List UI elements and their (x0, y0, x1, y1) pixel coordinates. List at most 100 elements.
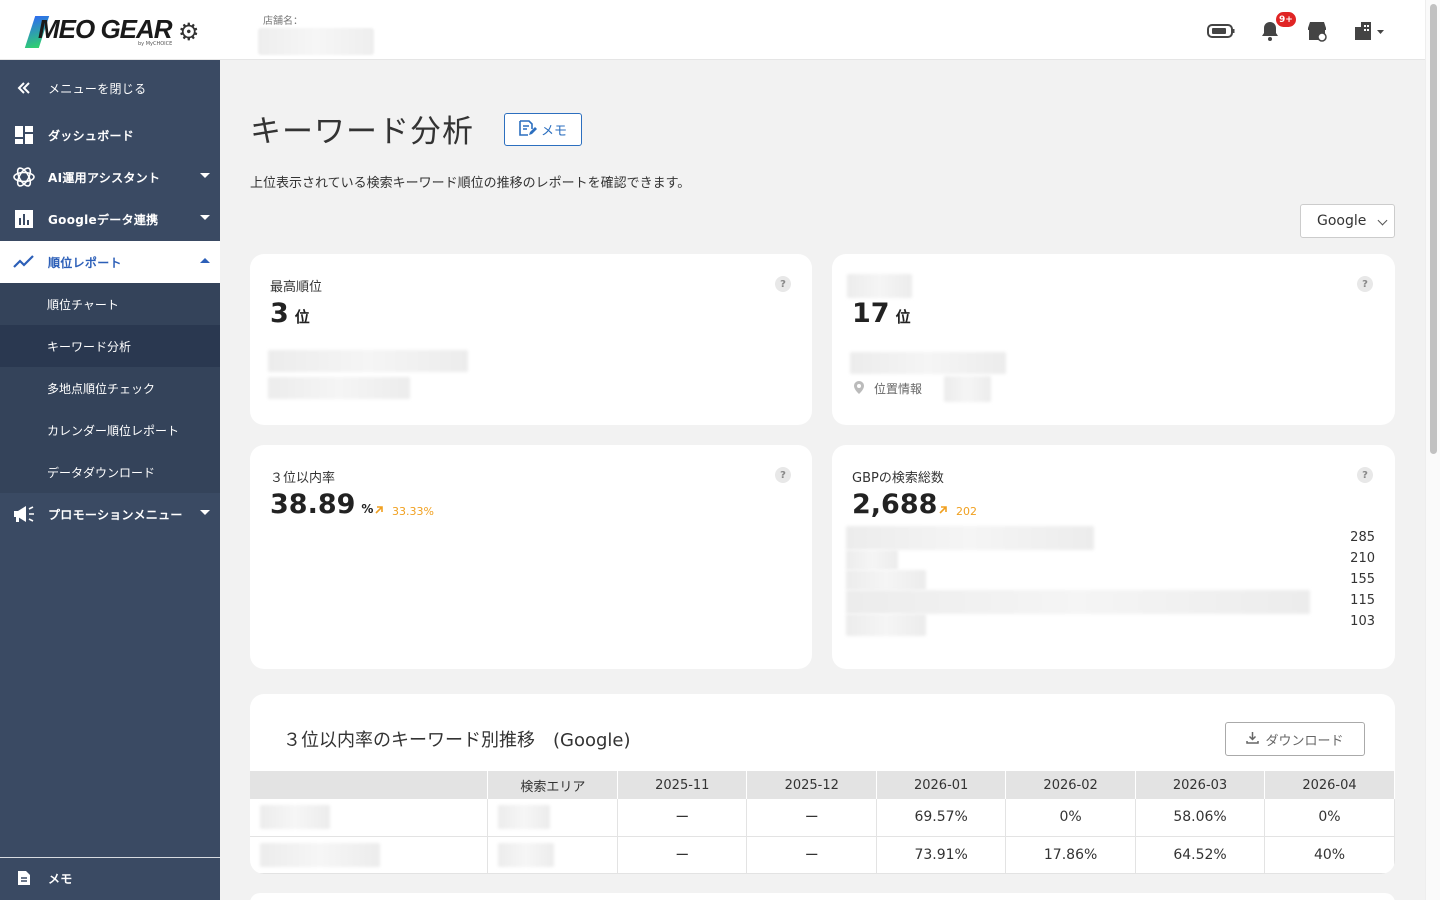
caret-up-icon (200, 258, 210, 263)
card-label: ３位以内率 (270, 471, 336, 486)
sidebar-item-label: プロモーションメニュー (48, 507, 183, 522)
store-name-value (258, 28, 374, 55)
section-title: ３位以内率のキーワード別推移 (Google) (283, 730, 631, 751)
sidebar-item-promotion[interactable]: プロモーションメニュー (0, 493, 220, 535)
rate-cell: ー (746, 836, 878, 874)
search-count: 155 (1350, 572, 1375, 587)
sidebar-item-label: メモ (48, 871, 73, 886)
keyword-cell (250, 836, 489, 874)
keyword-trend-table: 検索エリア 2025-11 2025-12 2026-01 2026-02 20… (250, 771, 1395, 874)
redacted-keyword (846, 614, 926, 636)
search-count: 285 (1350, 530, 1375, 545)
openai-icon (0, 165, 48, 189)
redacted-keyword (268, 350, 468, 372)
help-icon[interactable]: ? (775, 276, 791, 292)
sidebar-sub-keyword-analysis[interactable]: キーワード分析 (0, 325, 220, 367)
keyword-cell (250, 799, 489, 837)
meo-gear-logo[interactable]: MEO GEAR by MyCHOICE ⚙ (24, 12, 206, 52)
sidebar-item-rank-report[interactable]: 順位レポート (0, 241, 220, 283)
column-header: 2025-11 (617, 771, 748, 799)
download-icon (1246, 731, 1260, 748)
search-count: 103 (1350, 614, 1375, 629)
redacted-keyword (850, 352, 1006, 374)
sidebar-sub-multi-point-check[interactable]: 多地点順位チェック (0, 367, 220, 409)
caret-down-icon (200, 173, 210, 178)
column-header: 2026-02 (1005, 771, 1137, 799)
help-icon[interactable]: ? (1357, 467, 1373, 483)
scroll-thumb[interactable] (1430, 4, 1437, 454)
caret-down-icon (200, 510, 210, 515)
redacted-keyword (846, 550, 898, 570)
redacted-keyword (846, 570, 926, 590)
rate-cell: 0% (1264, 799, 1395, 837)
location-info: 位置情報 (854, 380, 922, 397)
memo-button-label: メモ (540, 124, 567, 139)
area-cell (487, 799, 619, 837)
battery-icon[interactable] (1206, 18, 1236, 44)
table-header-row: 検索エリア 2025-11 2025-12 2026-01 2026-02 20… (250, 771, 1395, 799)
redacted-keyword (846, 590, 1310, 614)
memo-button[interactable]: メモ (504, 113, 582, 146)
rate-cell: 17.86% (1005, 836, 1137, 874)
column-header: 2026-04 (1264, 771, 1395, 799)
notification-badge: 9+ (1276, 12, 1296, 27)
trend-icon (0, 255, 48, 269)
sidebar-item-label: AI運用アシスタント (48, 170, 161, 185)
redacted-label (847, 274, 912, 298)
help-icon[interactable]: ? (775, 467, 791, 483)
rate-cell: 69.57% (876, 799, 1007, 837)
sidebar-sub-calendar-report[interactable]: カレンダー順位レポート (0, 409, 220, 451)
dashboard-icon (0, 125, 48, 145)
page-description: 上位表示されている検索キーワード順位の推移のレポートを確認できます。 (250, 176, 691, 191)
rate-cell: 64.52% (1135, 836, 1265, 874)
building-switch-icon[interactable] (1352, 18, 1388, 44)
rate-cell: 40% (1264, 836, 1395, 874)
megaphone-icon (0, 505, 48, 523)
gear-icon: ⚙ (178, 18, 200, 46)
gbp-total-card: GBPの検索総数 ? 2,688 202 285 210 155 115 103 (832, 445, 1395, 669)
rate-cell: 73.91% (876, 836, 1007, 874)
best-rank-value: 3位 (270, 298, 310, 329)
sidebar-sub-data-download[interactable]: データダウンロード (0, 451, 220, 493)
column-header: 2026-01 (876, 771, 1007, 799)
top-header: MEO GEAR by MyCHOICE ⚙ 店舗名： 9+ (0, 0, 1425, 60)
next-section-card (250, 893, 1395, 900)
sidebar-sub-label: データダウンロード (47, 465, 156, 480)
column-header: 2026-03 (1135, 771, 1265, 799)
search-count: 115 (1350, 593, 1375, 608)
download-button[interactable]: ダウンロード (1225, 722, 1365, 756)
chevron-down-icon (1377, 215, 1388, 226)
card-label: 最高順位 (270, 280, 323, 295)
note-icon (0, 870, 48, 886)
page-scrollbar[interactable] (1425, 0, 1440, 900)
column-header: 2025-12 (746, 771, 878, 799)
area-cell (487, 836, 619, 874)
rank-card: ? 17 位 位置情報 (832, 254, 1395, 425)
rate-cell: ー (617, 836, 748, 874)
select-value: Google (1317, 213, 1367, 229)
top3-rate-value: 38.89% (270, 489, 374, 520)
help-icon[interactable]: ? (1357, 276, 1373, 292)
sidebar-item-label: Googleデータ連携 (48, 212, 159, 227)
redacted-location (944, 376, 991, 402)
redacted-keyword (846, 526, 1094, 550)
search-engine-select[interactable]: Google (1300, 204, 1395, 238)
caret-down-icon (200, 215, 210, 220)
top3-rate-delta: 33.33% (374, 505, 434, 518)
sidebar-item-label: ダッシュボード (48, 128, 135, 143)
sidebar-item-ai-assistant[interactable]: AI運用アシスタント (0, 156, 220, 198)
sidebar-sub-rank-chart[interactable]: 順位チャート (0, 283, 220, 325)
page-title: キーワード分析 (250, 114, 474, 150)
rate-cell: 0% (1005, 799, 1137, 837)
sidebar-item-dashboard[interactable]: ダッシュボード (0, 114, 220, 156)
double-chevron-left-icon (0, 82, 48, 94)
rate-cell: 58.06% (1135, 799, 1265, 837)
gbp-total-delta: 202 (938, 505, 977, 518)
store-settings-icon[interactable] (1304, 18, 1330, 44)
search-count: 210 (1350, 551, 1375, 566)
close-menu-button[interactable]: メニューを閉じる (0, 67, 220, 109)
sidebar-sub-label: 多地点順位チェック (47, 381, 156, 396)
sidebar-item-memo[interactable]: メモ (0, 857, 220, 899)
sidebar-item-google-data[interactable]: Googleデータ連携 (0, 198, 220, 240)
top3-rate-card: ３位以内率 ? 38.89% 33.33% (250, 445, 812, 669)
